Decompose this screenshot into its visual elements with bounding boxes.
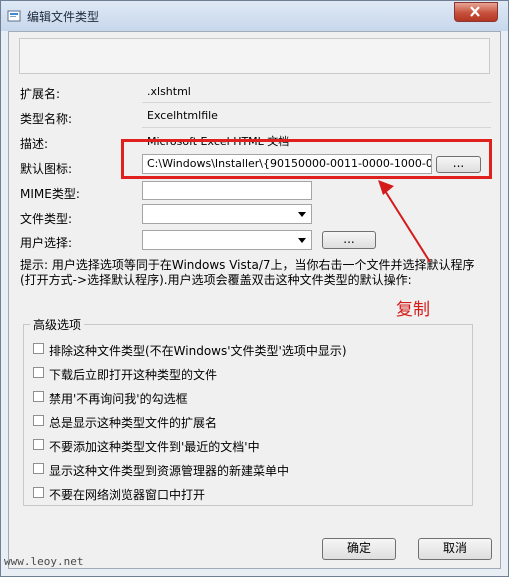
watermark-text: www.leoy.net bbox=[4, 555, 84, 568]
annotation-arrow bbox=[378, 180, 431, 263]
user-choice-select[interactable] bbox=[142, 230, 312, 250]
option-label: 显示这种文件类型到资源管理器的新建菜单中 bbox=[49, 464, 290, 478]
header-panel bbox=[19, 38, 490, 74]
file-type-select[interactable] bbox=[142, 204, 312, 224]
type-name-label: 类型名称: bbox=[20, 112, 73, 126]
option-label: 不要在网络浏览器窗口中打开 bbox=[49, 488, 206, 502]
ok-button[interactable]: 确定 bbox=[322, 538, 396, 560]
window-title: 编辑文件类型 bbox=[27, 10, 100, 24]
option-label: 排除这种文件类型(不在Windows'文件类型'选项中显示) bbox=[49, 344, 347, 358]
highlight-box bbox=[121, 139, 492, 179]
cancel-button[interactable]: 取消 bbox=[418, 538, 492, 560]
chevron-down-icon bbox=[298, 238, 306, 243]
extension-value: .xlshtml bbox=[147, 85, 191, 98]
option-label: 下载后立即打开这种类型的文件 bbox=[49, 368, 218, 382]
description-label: 描述: bbox=[20, 137, 49, 151]
app-icon bbox=[7, 10, 21, 22]
edit-file-type-dialog: 编辑文件类型 扩展名: .xlshtml 类型名称: Excelhtmlfile… bbox=[0, 0, 509, 577]
default-icon-label: 默认图标: bbox=[20, 162, 73, 176]
user-choice-browse-button[interactable]: ... bbox=[322, 231, 376, 249]
checkbox[interactable] bbox=[33, 487, 44, 498]
checkbox[interactable] bbox=[33, 439, 44, 450]
extension-label: 扩展名: bbox=[20, 87, 61, 101]
mime-input[interactable] bbox=[142, 181, 312, 200]
mime-label: MIME类型: bbox=[20, 187, 80, 201]
file-type-label: 文件类型: bbox=[20, 212, 73, 226]
checkbox[interactable] bbox=[33, 343, 44, 354]
title-bar: 编辑文件类型 bbox=[1, 1, 508, 31]
type-name-divider bbox=[142, 127, 491, 128]
checkbox[interactable] bbox=[33, 415, 44, 426]
user-choice-label: 用户选择: bbox=[20, 236, 73, 250]
option-label: 不要添加这种类型文件到'最近的文档'中 bbox=[49, 440, 260, 454]
advanced-options-group: 高级选项 排除这种文件类型(不在Windows'文件类型'选项中显示) 下载后立… bbox=[23, 316, 473, 506]
checkbox[interactable] bbox=[33, 463, 44, 474]
type-name-value: Excelhtmlfile bbox=[147, 109, 218, 122]
checkbox[interactable] bbox=[33, 367, 44, 378]
option-label: 禁用'不再询问我'的勾选框 bbox=[49, 392, 188, 406]
option-label: 总是显示这种类型文件的扩展名 bbox=[49, 416, 218, 430]
annotation-text: 复制 bbox=[396, 300, 430, 320]
advanced-options-title: 高级选项 bbox=[30, 316, 85, 333]
close-icon bbox=[470, 6, 480, 17]
chevron-down-icon bbox=[298, 212, 306, 217]
close-button[interactable] bbox=[454, 2, 498, 22]
extension-divider bbox=[142, 102, 491, 103]
checkbox[interactable] bbox=[33, 391, 44, 402]
